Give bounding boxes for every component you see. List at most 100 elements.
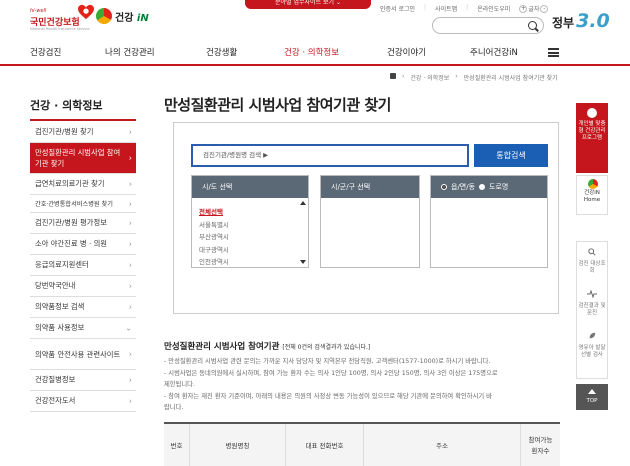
chevron-down-icon: ⌄ bbox=[125, 323, 132, 333]
sidebar-menu: 검진기관/병원 찾기 › 만성질환관리 시범사업 참여기관 찾기 › 급연치료의료기… bbox=[30, 122, 136, 412]
note-1: - 만성질환관리 시범사업 관련 문의는 가까운 지사 담당자 및 지역본부 전… bbox=[164, 358, 491, 365]
results-table-header: 번호 병원명칭 대표 전화번호 주소 참여가능 환자수 bbox=[164, 422, 560, 466]
utility-links: 인증서 로그인 | 사이트맵 | 온라인도우미 + 글자 - bbox=[380, 4, 549, 13]
leaf-icon bbox=[589, 332, 596, 339]
sidebar-item-drug-search[interactable]: 의약품정보 검색 › bbox=[30, 297, 136, 318]
sidebar-item-pharmacy[interactable]: 당번약국안내 › bbox=[30, 276, 136, 297]
breadcrumb-section[interactable]: 건강 · 의학정보 bbox=[410, 73, 449, 82]
radio-eupmyeondong-label[interactable]: 읍/면/동 bbox=[451, 176, 475, 198]
sidebar-item-drug-safety[interactable]: 의약품 안전사용 관련사이트 › bbox=[30, 339, 136, 370]
sido-option-incheon[interactable]: 인천광역시 bbox=[199, 256, 229, 269]
note-3-cont: 랍니다. bbox=[164, 404, 184, 411]
gangin-prefix: 건강 bbox=[115, 12, 134, 24]
sidebar-item-drug-usage[interactable]: 의약품 사용정보 ⌄ bbox=[30, 318, 136, 339]
chevron-right-icon: › bbox=[128, 153, 132, 163]
sidebar-item-emergency[interactable]: 응급의료지원센터 › bbox=[30, 255, 136, 276]
personal-program-button[interactable]: 개인별 맞춤형 건강관리 프로그램 bbox=[576, 103, 608, 173]
sido-option-busan[interactable]: 부산광역시 bbox=[199, 231, 229, 244]
col-capacity: 참여가능 환자수 bbox=[528, 436, 553, 455]
site-select-banner[interactable]: 분야별 업무사이트 보기 ⌄ bbox=[245, 0, 371, 9]
sido-option-all[interactable]: 전체선택 bbox=[199, 206, 229, 219]
sido-select[interactable]: 시/도 선택 전체선택 서울특별시 부산광역시 대구광역시 인천광역시 bbox=[191, 175, 309, 268]
chevron-right-icon: › bbox=[128, 199, 132, 208]
nav-checkup[interactable]: 건강검진 bbox=[30, 46, 61, 58]
font-minus-button[interactable]: - bbox=[540, 4, 549, 13]
scroll-up-icon[interactable] bbox=[299, 201, 306, 205]
chevron-right-icon: › bbox=[128, 302, 132, 312]
radio-doro[interactable] bbox=[479, 184, 486, 190]
sidebar-item-chronic-program[interactable]: 만성질환관리 시범사업 참여기관 찾기 › bbox=[30, 143, 136, 174]
font-size-label: 글자 bbox=[528, 6, 540, 13]
note-2: - 시범사업은 동네의원에서 실시하며, 참여 가능 환자 수는 의사 1인당 … bbox=[164, 369, 498, 377]
sidebar-item-evaluation[interactable]: 검진기관/병원 평가정보 › bbox=[30, 213, 136, 234]
sidebar-item-smoking-cessation[interactable]: 급연치료의료기관 찾기 › bbox=[30, 174, 136, 195]
sidebar-item-pediatric-night[interactable]: 소아 야간진료 병 · 의원 › bbox=[30, 234, 136, 255]
sido-option-seoul[interactable]: 서울특별시 bbox=[199, 219, 229, 232]
chevron-right-icon: › bbox=[128, 239, 132, 249]
sido-option-daegu[interactable]: 대구광역시 bbox=[199, 244, 229, 257]
font-plus-button[interactable]: + bbox=[519, 4, 528, 13]
sidebar-item-nursing-care[interactable]: 간호·간병통합서비스병원 찾기 › bbox=[30, 195, 136, 213]
gov-label: 정부 bbox=[552, 16, 575, 30]
nav-my-health[interactable]: 나의 건강관리 bbox=[105, 46, 155, 58]
note-3: - 참여 환자는 재진 환자 기준이며, 아래의 내용은 의원의 사정상 변동 … bbox=[164, 392, 492, 400]
menu-icon[interactable] bbox=[548, 48, 559, 57]
gangin-home-button[interactable]: 건강iN Home bbox=[576, 175, 608, 215]
sidebar-item-disease-info[interactable]: 건강질병정보 › bbox=[30, 370, 136, 391]
sido-list: 전체선택 서울특별시 부산광역시 대구광역시 인천광역시 bbox=[199, 206, 229, 269]
brand-small: hi-well bbox=[30, 8, 47, 14]
chevron-right-icon: › bbox=[128, 281, 132, 291]
site-search-input[interactable] bbox=[432, 17, 544, 34]
nav-medical-info[interactable]: 건강 · 의학정보 bbox=[284, 46, 339, 58]
scroll-down-icon[interactable] bbox=[299, 260, 306, 264]
home-icon[interactable] bbox=[390, 73, 396, 79]
nav-health-stories[interactable]: 건강이야기 bbox=[387, 46, 426, 58]
integrated-search-button[interactable]: 통합검색 bbox=[474, 144, 548, 167]
results-count: [전체 0건의 검색결과가 있습니다.] bbox=[282, 344, 371, 351]
nav-health-life[interactable]: 건강생활 bbox=[206, 46, 237, 58]
chevron-right-icon: › bbox=[128, 349, 132, 359]
col-address: 주소 bbox=[364, 424, 521, 466]
radio-doro-label[interactable]: 도로명 bbox=[489, 176, 508, 198]
quick-checkup-results[interactable]: 검진결과 및 문진 bbox=[577, 289, 607, 317]
chevron-right-icon: › bbox=[128, 127, 132, 137]
login-link[interactable]: 인증서 로그인 bbox=[380, 4, 415, 13]
quick-infant-screening[interactable]: 영유아 발달선별 검사 bbox=[577, 332, 607, 359]
sitemap-link[interactable]: 사이트맵 bbox=[435, 4, 457, 13]
notes: - 만성질환관리 시범사업 관련 문의는 가까운 지사 담당자 및 지역본부 전… bbox=[164, 356, 560, 414]
sidebar-item-ebooks[interactable]: 건강전자도서 › bbox=[30, 391, 136, 412]
hospital-search-input[interactable]: 검진기관/병원명 검색 ▶ bbox=[191, 144, 469, 167]
col-hospital-name: 병원명칭 bbox=[190, 424, 286, 466]
gov30-logo: 정부 3.0 bbox=[552, 10, 610, 32]
gangin-suffix: iN bbox=[136, 12, 149, 24]
top-bar: hi-well 국민건강보험 National Health Insurance… bbox=[0, 0, 630, 42]
address-type-select: 읍/면/동 도로명 bbox=[430, 175, 548, 268]
chevron-right-icon: › bbox=[128, 218, 132, 228]
sidebar-item-hospital-search[interactable]: 검진기관/병원 찾기 › bbox=[30, 122, 136, 143]
chevron-right-icon: › bbox=[128, 396, 132, 406]
nav-junior[interactable]: 주니어건강iN bbox=[470, 46, 518, 58]
quick-menu: 검진 대상조회 검진결과 및 문진 영유아 발달선별 검사 bbox=[576, 241, 608, 379]
col-phone: 대표 전화번호 bbox=[286, 424, 364, 466]
search-icon[interactable] bbox=[528, 21, 537, 30]
breadcrumb-current: 만성질환관리 시범사업 참여기관 찾기 bbox=[463, 75, 558, 82]
chevron-right-icon: › bbox=[128, 260, 132, 270]
radio-eupmyeondong[interactable] bbox=[441, 184, 447, 190]
sido-scrollbar[interactable] bbox=[299, 200, 306, 265]
main-nav: 건강검진 나의 건강관리 건강생활 건강 · 의학정보 건강이야기 주니어건강i… bbox=[0, 42, 630, 66]
pulse-icon bbox=[587, 289, 597, 299]
breadcrumb: › 건강 · 의학정보 › 만성질환관리 시범사업 참여기관 찾기 bbox=[390, 73, 558, 82]
sigungu-select[interactable]: 시/군/구 선택 bbox=[320, 175, 420, 268]
chevron-right-icon: › bbox=[128, 179, 132, 189]
chevron-right-icon: › bbox=[128, 375, 132, 385]
quick-checkup-target[interactable]: 검진 대상조회 bbox=[577, 248, 607, 275]
address-type-header: 읍/면/동 도로명 bbox=[431, 176, 547, 198]
online-help-link[interactable]: 온라인도우미 bbox=[477, 4, 510, 13]
gov-number: 3.0 bbox=[576, 10, 610, 32]
gangin-logo[interactable]: 건강 iN bbox=[96, 8, 149, 24]
sidebar-divider bbox=[30, 119, 136, 121]
sigungu-header: 시/군/구 선택 bbox=[321, 176, 419, 198]
scroll-top-button[interactable]: TOP bbox=[576, 384, 608, 410]
heart-icon bbox=[78, 4, 94, 20]
sido-header: 시/도 선택 bbox=[192, 176, 308, 198]
